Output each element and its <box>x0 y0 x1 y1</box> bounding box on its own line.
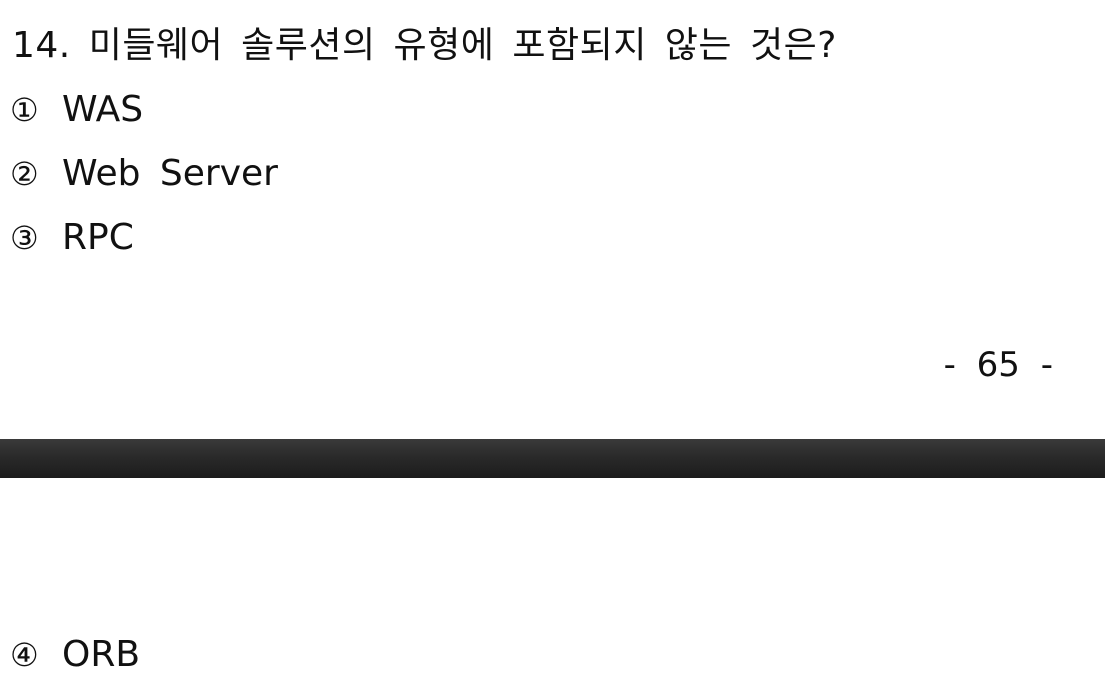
page-number: - 65 - <box>943 345 1053 385</box>
option-4: ④ ORB <box>10 630 140 680</box>
option-4-marker: ④ <box>10 636 39 674</box>
option-2-text: Web Server <box>62 153 278 194</box>
page-break-divider <box>0 439 1105 478</box>
option-1-text: WAS <box>62 89 144 130</box>
question-title: 14. 미들웨어 솔루션의 유형에 포함되지 않는 것은? <box>12 25 837 66</box>
option-1-marker: ① <box>10 91 39 129</box>
option-2: ② Web Server <box>10 149 278 199</box>
page-top-section: 14. 미들웨어 솔루션의 유형에 포함되지 않는 것은? ① WAS ② We… <box>0 0 1105 439</box>
page-bottom-section <box>0 478 1105 684</box>
option-3-marker: ③ <box>10 219 39 257</box>
option-2-marker: ② <box>10 155 39 193</box>
option-1: ① WAS <box>10 85 143 135</box>
option-3: ③ RPC <box>10 213 134 263</box>
option-3-text: RPC <box>62 217 134 258</box>
option-4-text: ORB <box>62 634 141 675</box>
